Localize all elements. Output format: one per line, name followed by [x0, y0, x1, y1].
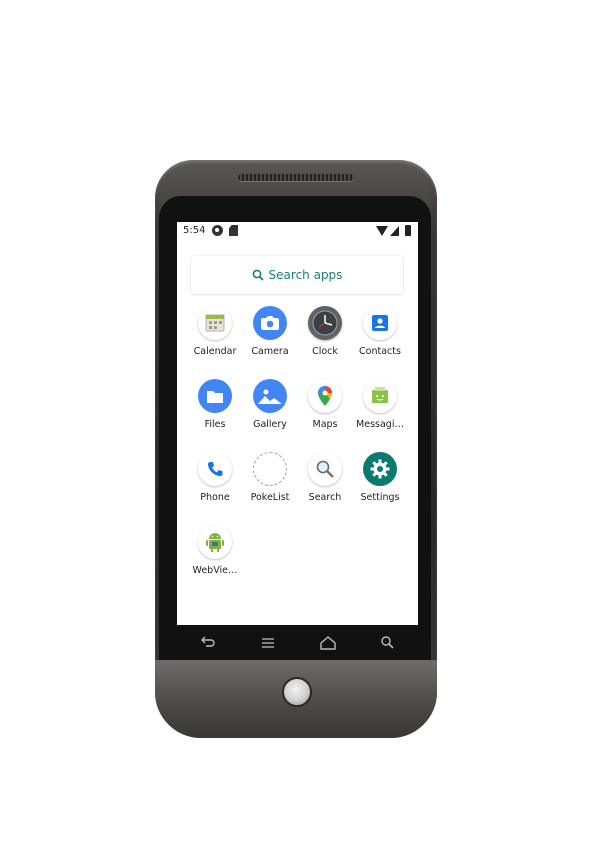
settings-icon	[363, 452, 397, 486]
search-apps-label: Search apps	[268, 268, 343, 282]
app-label: Gallery	[253, 419, 287, 430]
pokelist-icon	[253, 452, 287, 486]
earpiece-speaker	[238, 174, 354, 181]
contacts-icon	[363, 306, 397, 340]
clock-icon	[308, 306, 342, 340]
app-label: Calendar	[193, 346, 237, 357]
gallery-icon	[253, 379, 287, 413]
app-label: Search	[308, 492, 342, 503]
app-label: WebVie…	[192, 565, 238, 576]
notification-icon	[212, 225, 223, 236]
menu-icon[interactable]	[258, 634, 278, 652]
app-messaging[interactable]: Messagi…	[350, 379, 410, 445]
search-icon[interactable]	[378, 634, 398, 652]
launcher-screen: 5:54 Search apps Calendar Camera Clock C…	[177, 222, 418, 625]
messaging-icon	[363, 379, 397, 413]
app-label: Phone	[200, 492, 230, 503]
app-settings[interactable]: Settings	[350, 452, 410, 518]
files-icon	[198, 379, 232, 413]
status-time: 5:54	[183, 225, 206, 236]
app-contacts[interactable]: Contacts	[350, 306, 410, 372]
maps-icon	[308, 379, 342, 413]
app-label: Settings	[360, 492, 400, 503]
app-label: Camera	[251, 346, 289, 357]
back-icon[interactable]	[197, 634, 217, 652]
app-pokelist[interactable]: PokeList	[240, 452, 300, 518]
hardware-nav-bar	[177, 630, 418, 656]
app-label: Maps	[312, 419, 338, 430]
status-bar: 5:54	[177, 222, 418, 240]
battery-icon	[405, 225, 411, 236]
app-webview[interactable]: WebVie…	[185, 525, 245, 591]
app-label: Clock	[312, 346, 338, 357]
app-label: PokeList	[250, 492, 290, 503]
phone-icon	[198, 452, 232, 486]
app-label: Files	[204, 419, 226, 430]
app-clock[interactable]: Clock	[295, 306, 355, 372]
search-icon	[252, 269, 264, 281]
search-app-icon	[308, 452, 342, 486]
app-phone[interactable]: Phone	[185, 452, 245, 518]
wifi-icon	[376, 226, 388, 236]
app-gallery[interactable]: Gallery	[240, 379, 300, 445]
app-maps[interactable]: Maps	[295, 379, 355, 445]
app-camera[interactable]: Camera	[240, 306, 300, 372]
app-search[interactable]: Search	[295, 452, 355, 518]
app-files[interactable]: Files	[185, 379, 245, 445]
camera-icon	[253, 306, 287, 340]
app-label: Messagi…	[356, 419, 404, 430]
home-icon[interactable]	[318, 634, 338, 652]
search-apps-bar[interactable]: Search apps	[191, 256, 403, 294]
trackball-button[interactable]	[282, 677, 312, 707]
sd-card-icon	[229, 225, 238, 236]
webview-icon	[198, 525, 232, 559]
app-calendar[interactable]: Calendar	[185, 306, 245, 372]
cell-signal-icon	[390, 226, 399, 236]
app-label: Contacts	[359, 346, 401, 357]
calendar-icon	[198, 306, 232, 340]
